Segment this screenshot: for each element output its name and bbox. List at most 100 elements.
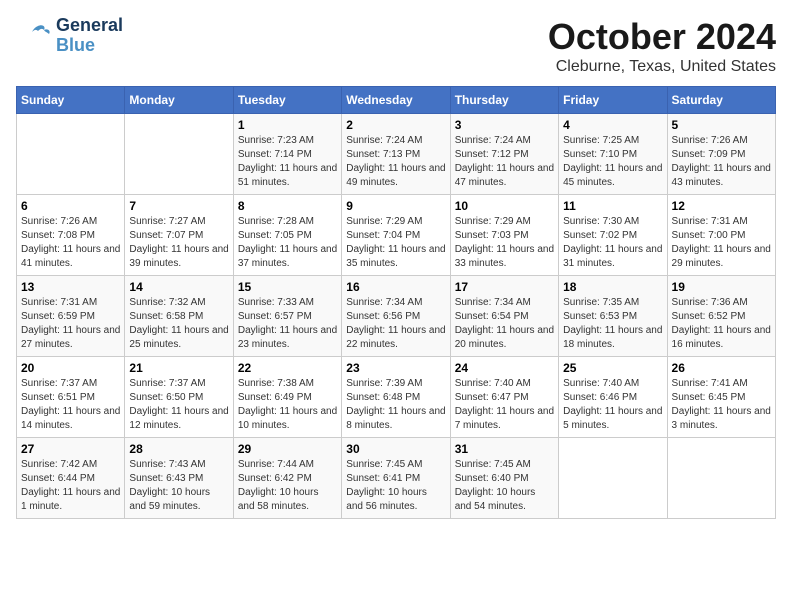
day-info: Sunrise: 7:38 AM Sunset: 6:49 PM Dayligh… — [238, 378, 337, 431]
header-row: SundayMondayTuesdayWednesdayThursdayFrid… — [17, 87, 776, 114]
calendar-cell: 14Sunrise: 7:32 AM Sunset: 6:58 PM Dayli… — [125, 276, 233, 357]
calendar-cell: 22 Sunrise: 7:38 AM Sunset: 6:49 PM Dayli… — [233, 357, 341, 438]
day-info: Sunrise: 7:44 AM Sunset: 6:42 PM Dayligh… — [238, 459, 319, 512]
calendar-cell: 17 Sunrise: 7:34 AM Sunset: 6:54 PM Dayli… — [450, 276, 558, 357]
calendar-cell: 15Sunrise: 7:33 AM Sunset: 6:57 PM Dayli… — [233, 276, 341, 357]
calendar-cell: 1 Sunrise: 7:23 AM Sunset: 7:14 PM Daylig… — [233, 114, 341, 195]
title-area: October 2024 Cleburne, Texas, United Sta… — [548, 16, 776, 76]
day-info: Sunrise: 7:29 AM Sunset: 7:04 PM Dayligh… — [346, 216, 445, 269]
calendar-cell — [125, 114, 233, 195]
day-number: 10 — [455, 199, 554, 213]
calendar-cell: 18 Sunrise: 7:35 AM Sunset: 6:53 PM Dayli… — [559, 276, 667, 357]
day-number: 3 — [455, 118, 554, 132]
column-header-thursday: Thursday — [450, 87, 558, 114]
day-number: 16 — [346, 280, 445, 294]
day-number: 8 — [238, 199, 337, 213]
day-info: Sunrise: 7:31 AM Sunset: 6:59 PM Dayligh… — [21, 297, 120, 350]
calendar-cell: 2 Sunrise: 7:24 AM Sunset: 7:13 PM Daylig… — [342, 114, 450, 195]
day-info: Sunrise: 7:26 AM Sunset: 7:08 PM Dayligh… — [21, 216, 120, 269]
column-header-sunday: Sunday — [17, 87, 125, 114]
main-title: October 2024 — [548, 16, 776, 58]
day-info: Sunrise: 7:34 AM Sunset: 6:56 PM Dayligh… — [346, 297, 445, 350]
logo-text: General Blue — [56, 16, 123, 56]
calendar-cell: 23Sunrise: 7:39 AM Sunset: 6:48 PM Dayli… — [342, 357, 450, 438]
day-info: Sunrise: 7:40 AM Sunset: 6:46 PM Dayligh… — [563, 378, 662, 431]
day-info: Sunrise: 7:37 AM Sunset: 6:50 PM Dayligh… — [129, 378, 228, 431]
day-number: 5 — [672, 118, 771, 132]
calendar-cell: 8 Sunrise: 7:28 AM Sunset: 7:05 PM Daylig… — [233, 195, 341, 276]
day-number: 1 — [238, 118, 337, 132]
day-info: Sunrise: 7:41 AM Sunset: 6:45 PM Dayligh… — [672, 378, 771, 431]
calendar-cell: 19Sunrise: 7:36 AM Sunset: 6:52 PM Dayli… — [667, 276, 775, 357]
day-number: 18 — [563, 280, 662, 294]
calendar-cell: 16 Sunrise: 7:34 AM Sunset: 6:56 PM Dayli… — [342, 276, 450, 357]
calendar-cell: 25 Sunrise: 7:40 AM Sunset: 6:46 PM Dayli… — [559, 357, 667, 438]
logo: General Blue — [16, 16, 123, 56]
week-row-1: 1 Sunrise: 7:23 AM Sunset: 7:14 PM Daylig… — [17, 114, 776, 195]
day-info: Sunrise: 7:24 AM Sunset: 7:13 PM Dayligh… — [346, 135, 445, 188]
calendar-header: SundayMondayTuesdayWednesdayThursdayFrid… — [17, 87, 776, 114]
day-number: 15 — [238, 280, 337, 294]
week-row-2: 6 Sunrise: 7:26 AM Sunset: 7:08 PM Daylig… — [17, 195, 776, 276]
calendar-table: SundayMondayTuesdayWednesdayThursdayFrid… — [16, 86, 776, 519]
column-header-friday: Friday — [559, 87, 667, 114]
week-row-4: 20 Sunrise: 7:37 AM Sunset: 6:51 PM Dayli… — [17, 357, 776, 438]
week-row-3: 13 Sunrise: 7:31 AM Sunset: 6:59 PM Dayli… — [17, 276, 776, 357]
calendar-cell: 6 Sunrise: 7:26 AM Sunset: 7:08 PM Daylig… — [17, 195, 125, 276]
day-info: Sunrise: 7:42 AM Sunset: 6:44 PM Dayligh… — [21, 459, 120, 512]
logo-icon — [16, 18, 52, 54]
day-number: 9 — [346, 199, 445, 213]
day-number: 12 — [672, 199, 771, 213]
day-info: Sunrise: 7:23 AM Sunset: 7:14 PM Dayligh… — [238, 135, 337, 188]
calendar-cell: 30Sunrise: 7:45 AM Sunset: 6:41 PM Dayli… — [342, 438, 450, 519]
day-number: 24 — [455, 361, 554, 375]
day-number: 11 — [563, 199, 662, 213]
day-info: Sunrise: 7:34 AM Sunset: 6:54 PM Dayligh… — [455, 297, 554, 350]
calendar-cell: 9 Sunrise: 7:29 AM Sunset: 7:04 PM Daylig… — [342, 195, 450, 276]
subtitle: Cleburne, Texas, United States — [548, 58, 776, 76]
day-info: Sunrise: 7:32 AM Sunset: 6:58 PM Dayligh… — [129, 297, 228, 350]
day-number: 7 — [129, 199, 228, 213]
calendar-cell: 29 Sunrise: 7:44 AM Sunset: 6:42 PM Dayli… — [233, 438, 341, 519]
day-number: 13 — [21, 280, 120, 294]
calendar-cell: 31Sunrise: 7:45 AM Sunset: 6:40 PM Dayli… — [450, 438, 558, 519]
day-info: Sunrise: 7:31 AM Sunset: 7:00 PM Dayligh… — [672, 216, 771, 269]
calendar-cell — [667, 438, 775, 519]
calendar-cell: 10 Sunrise: 7:29 AM Sunset: 7:03 PM Dayli… — [450, 195, 558, 276]
calendar-cell: 27 Sunrise: 7:42 AM Sunset: 6:44 PM Dayli… — [17, 438, 125, 519]
week-row-5: 27 Sunrise: 7:42 AM Sunset: 6:44 PM Dayli… — [17, 438, 776, 519]
day-number: 28 — [129, 442, 228, 456]
day-number: 17 — [455, 280, 554, 294]
day-number: 23 — [346, 361, 445, 375]
column-header-monday: Monday — [125, 87, 233, 114]
calendar-cell: 3 Sunrise: 7:24 AM Sunset: 7:12 PM Daylig… — [450, 114, 558, 195]
day-number: 29 — [238, 442, 337, 456]
column-header-wednesday: Wednesday — [342, 87, 450, 114]
day-info: Sunrise: 7:36 AM Sunset: 6:52 PM Dayligh… — [672, 297, 771, 350]
day-number: 25 — [563, 361, 662, 375]
day-info: Sunrise: 7:28 AM Sunset: 7:05 PM Dayligh… — [238, 216, 337, 269]
calendar-cell: 7 Sunrise: 7:27 AM Sunset: 7:07 PM Daylig… — [125, 195, 233, 276]
calendar-cell: 24Sunrise: 7:40 AM Sunset: 6:47 PM Dayli… — [450, 357, 558, 438]
calendar-cell — [17, 114, 125, 195]
column-header-saturday: Saturday — [667, 87, 775, 114]
day-info: Sunrise: 7:45 AM Sunset: 6:40 PM Dayligh… — [455, 459, 536, 512]
day-info: Sunrise: 7:24 AM Sunset: 7:12 PM Dayligh… — [455, 135, 554, 188]
day-info: Sunrise: 7:37 AM Sunset: 6:51 PM Dayligh… — [21, 378, 120, 431]
calendar-cell: 28 Sunrise: 7:43 AM Sunset: 6:43 PM Dayli… — [125, 438, 233, 519]
logo-general-text: General — [56, 16, 123, 36]
calendar-cell: 12 Sunrise: 7:31 AM Sunset: 7:00 PM Dayli… — [667, 195, 775, 276]
day-number: 6 — [21, 199, 120, 213]
logo-blue-text: Blue — [56, 36, 123, 56]
day-info: Sunrise: 7:27 AM Sunset: 7:07 PM Dayligh… — [129, 216, 228, 269]
day-number: 22 — [238, 361, 337, 375]
day-number: 2 — [346, 118, 445, 132]
day-info: Sunrise: 7:35 AM Sunset: 6:53 PM Dayligh… — [563, 297, 662, 350]
day-number: 20 — [21, 361, 120, 375]
day-info: Sunrise: 7:25 AM Sunset: 7:10 PM Dayligh… — [563, 135, 662, 188]
calendar-cell — [559, 438, 667, 519]
calendar-cell: 21Sunrise: 7:37 AM Sunset: 6:50 PM Dayli… — [125, 357, 233, 438]
day-info: Sunrise: 7:43 AM Sunset: 6:43 PM Dayligh… — [129, 459, 210, 512]
day-number: 27 — [21, 442, 120, 456]
day-info: Sunrise: 7:29 AM Sunset: 7:03 PM Dayligh… — [455, 216, 554, 269]
